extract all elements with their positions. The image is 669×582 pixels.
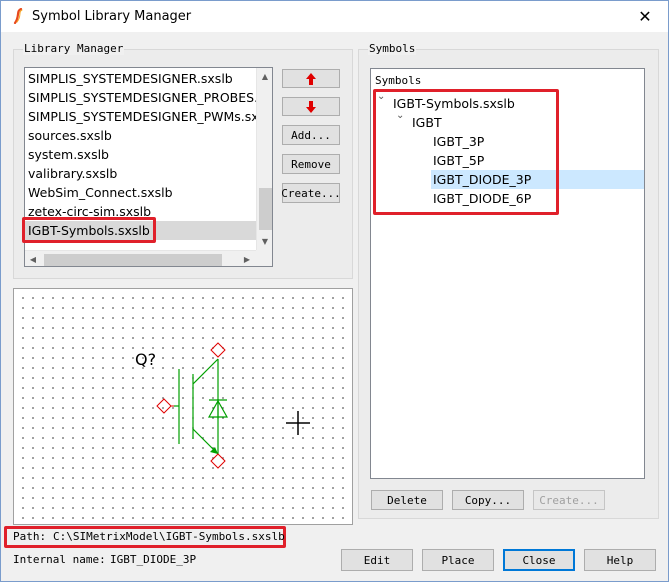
library-list-item[interactable]: SIMPLIS_SYSTEMDESIGNER_PROBES.sx <box>28 88 272 107</box>
edit-button[interactable]: Edit <box>341 549 413 571</box>
move-up-button[interactable] <box>282 69 340 88</box>
scroll-down-icon[interactable]: ▼ <box>257 233 272 250</box>
library-list-item[interactable]: SIMPLIS_SYSTEMDESIGNER_PWMs.sxsl <box>28 107 269 126</box>
library-list-item[interactable]: WebSim_Connect.sxslb <box>28 183 173 202</box>
library-list-item[interactable]: SIMPLIS_SYSTEMDESIGNER.sxslb <box>28 69 233 88</box>
library-list-item[interactable]: sources.sxslb <box>28 126 112 145</box>
window-title: Symbol Library Manager <box>32 9 192 24</box>
library-list-item[interactable]: system.sxslb <box>28 145 109 164</box>
symbol-preview[interactable]: Q? <box>13 288 353 525</box>
simetrix-logo-icon <box>13 8 23 24</box>
move-down-button[interactable] <box>282 97 340 116</box>
symbols-tree-header: Symbols <box>375 74 422 87</box>
delete-symbol-button[interactable]: Delete <box>371 490 443 510</box>
scroll-corner <box>256 250 272 266</box>
path-value: C:\SIMetrixModel\IGBT-Symbols.sxslb <box>53 530 285 543</box>
close-window-button[interactable]: ✕ <box>622 1 668 31</box>
copy-symbol-button[interactable]: Copy... <box>452 490 524 510</box>
symbol-library-manager-window: Symbol Library Manager ✕ Library Manager… <box>0 0 669 582</box>
help-button[interactable]: Help <box>584 549 656 571</box>
close-button[interactable]: Close <box>503 549 575 571</box>
selected-library-highlight <box>22 217 156 243</box>
scroll-up-icon[interactable]: ▲ <box>257 68 272 85</box>
symbols-group-label: Symbols <box>368 42 417 55</box>
down-arrow-icon <box>306 100 316 113</box>
symbols-tree-highlight <box>373 89 559 215</box>
library-list-vscroll[interactable]: ▲ ▼ <box>256 68 272 250</box>
close-icon: ✕ <box>638 6 652 26</box>
up-arrow-icon <box>306 72 316 85</box>
create-symbol-button[interactable]: Create... <box>533 490 605 510</box>
library-list-item[interactable]: valibrary.sxslb <box>28 164 117 183</box>
create-library-button[interactable]: Create... <box>281 183 341 203</box>
scroll-right-icon[interactable]: ▶ <box>239 251 255 266</box>
path-label: Path: <box>13 530 47 543</box>
remove-library-button[interactable]: Remove <box>282 154 340 174</box>
library-list-hscroll[interactable]: ◀ ▶ <box>25 250 256 266</box>
internal-name-value: IGBT_DIODE_3P <box>110 553 197 566</box>
title-bar[interactable]: Symbol Library Manager ✕ <box>1 1 668 32</box>
vscroll-thumb[interactable] <box>259 188 272 230</box>
hscroll-thumb[interactable] <box>44 254 222 266</box>
library-manager-label: Library Manager <box>23 42 125 55</box>
place-button[interactable]: Place <box>422 549 494 571</box>
internal-name-label: Internal name: <box>13 553 106 566</box>
scroll-left-icon[interactable]: ◀ <box>25 251 41 266</box>
add-library-button[interactable]: Add... <box>282 125 340 145</box>
igbt-diode-symbol <box>156 342 310 469</box>
